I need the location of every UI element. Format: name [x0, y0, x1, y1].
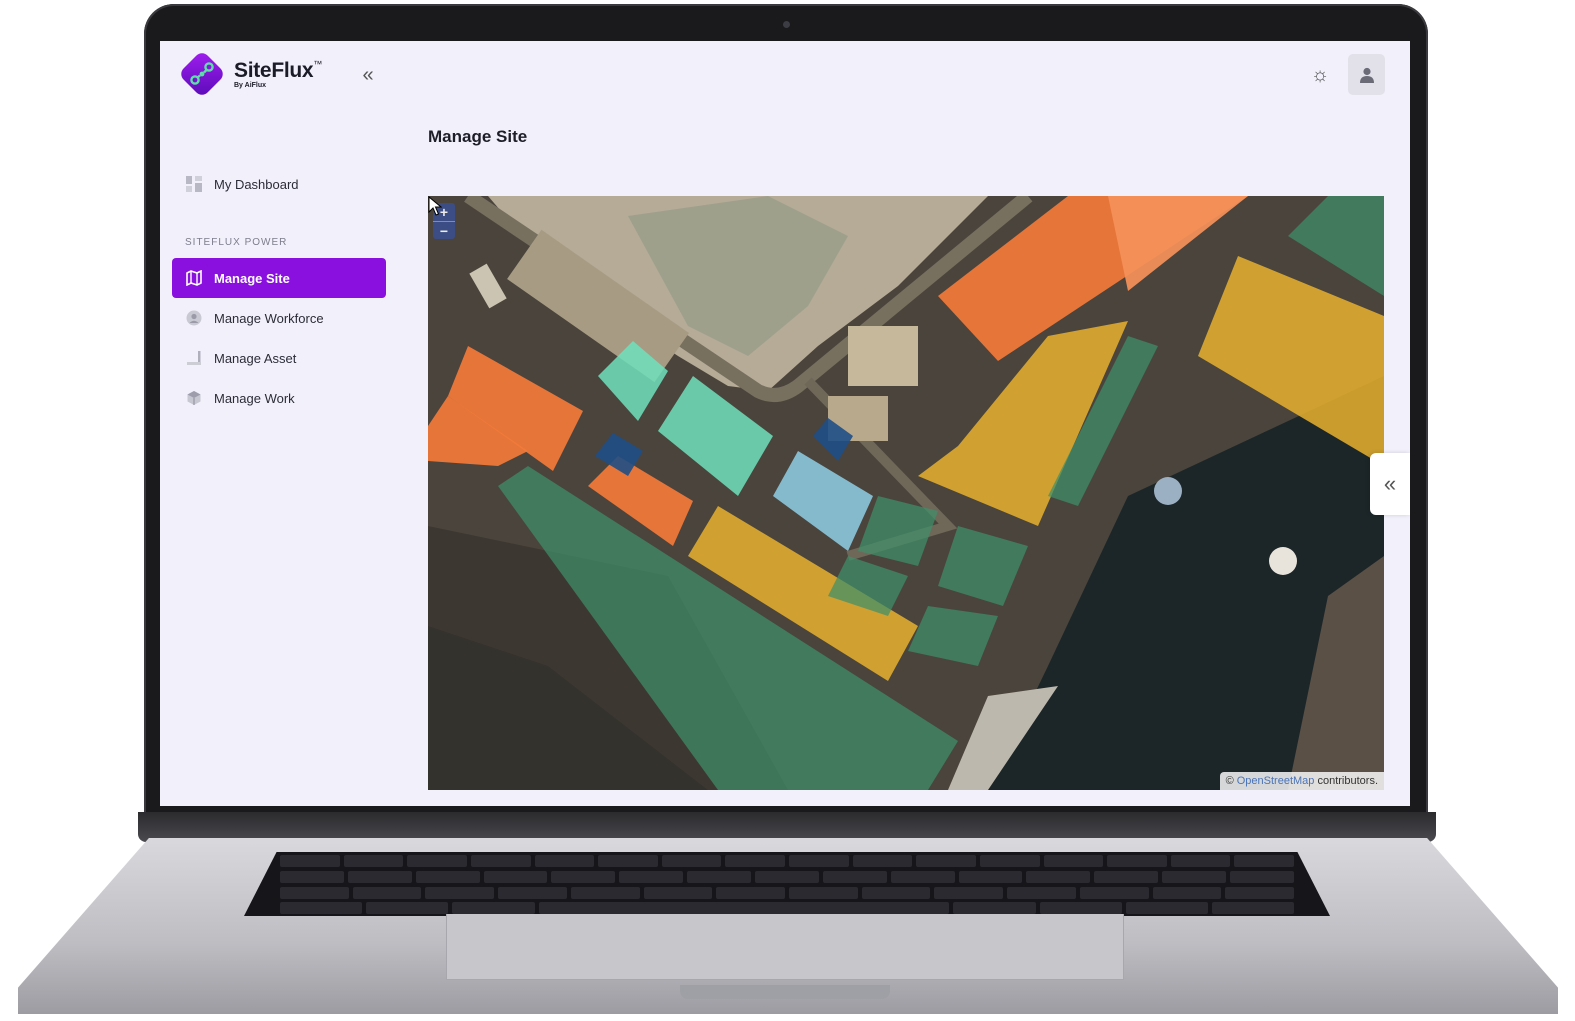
trademark: ™ — [313, 59, 323, 69]
logo-mark-icon — [181, 53, 223, 95]
sidebar-item-manage-asset[interactable]: Manage Asset — [172, 338, 386, 378]
trackpad — [446, 914, 1124, 980]
laptop-scene: SiteFlux™ By AiFlux « My Dashboard SITEF… — [0, 0, 1575, 1021]
sidebar-item-dashboard[interactable]: My Dashboard — [172, 164, 386, 204]
satellite-imagery — [428, 196, 1384, 790]
app-screen: SiteFlux™ By AiFlux « My Dashboard SITEF… — [160, 41, 1410, 806]
cube-icon — [186, 390, 202, 406]
mouse-cursor-icon — [428, 196, 442, 216]
site-map[interactable]: + − © OpenStreetMap contributors. — [428, 196, 1384, 790]
sidebar-item-label: Manage Workforce — [214, 310, 324, 326]
dashboard-icon — [186, 176, 202, 192]
map-icon — [186, 270, 202, 286]
double-chevron-left-icon[interactable]: « — [358, 65, 378, 85]
siteflux-logo[interactable]: SiteFlux™ By AiFlux — [178, 50, 322, 98]
page-title: Manage Site — [428, 127, 528, 146]
sidebar-item-label: Manage Asset — [214, 350, 297, 366]
sidebar-item-label: My Dashboard — [214, 176, 299, 192]
panel-toggle-button[interactable]: « — [1370, 453, 1410, 515]
sidebar-item-label: Manage Work — [214, 390, 295, 406]
attribution-suffix: contributors. — [1317, 775, 1378, 787]
laptop-notch — [680, 985, 890, 999]
crane-icon — [186, 350, 202, 366]
zoom-out-button[interactable]: − — [433, 221, 455, 239]
user-circle-icon — [186, 310, 202, 326]
sidebar-item-manage-workforce[interactable]: Manage Workforce — [172, 298, 386, 338]
map-attribution: © OpenStreetMap contributors. — [1219, 772, 1384, 790]
webcam — [783, 21, 790, 28]
sun-icon[interactable]: ☼ — [1308, 63, 1332, 87]
attribution-prefix: © — [1225, 775, 1234, 787]
laptop-hinge — [138, 812, 1436, 842]
brand-name: SiteFlux — [234, 59, 314, 82]
section-label: SITEFLUX POWER — [185, 237, 288, 248]
avatar[interactable] — [1348, 54, 1385, 95]
sidebar-item-manage-work[interactable]: Manage Work — [172, 378, 386, 418]
user-icon — [1359, 67, 1374, 83]
keyboard — [244, 852, 1330, 916]
sidebar-item-manage-site[interactable]: Manage Site — [172, 258, 386, 298]
brand-subtitle: By AiFlux — [234, 82, 267, 89]
sidebar-item-label: Manage Site — [214, 270, 290, 286]
openstreetmap-link[interactable]: OpenStreetMap — [1237, 775, 1315, 787]
